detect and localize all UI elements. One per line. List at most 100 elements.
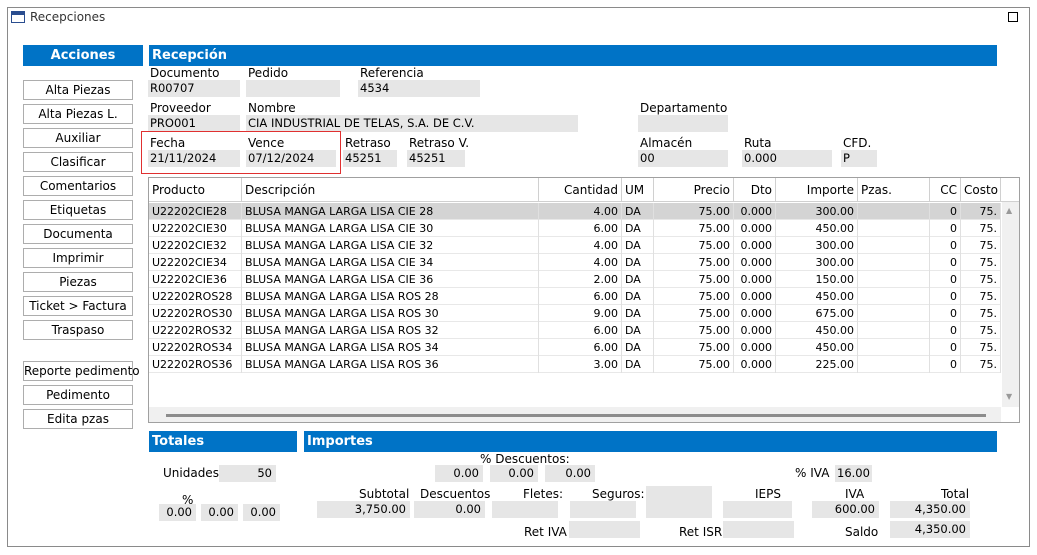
vertical-scrollbar[interactable]: ▲ ▼ xyxy=(1002,202,1019,407)
cell-producto: U22202ROS36 xyxy=(149,356,242,373)
scroll-up-icon[interactable]: ▲ xyxy=(1006,206,1012,215)
recepcion-header: Recepción xyxy=(149,45,997,66)
action-button-etiquetas[interactable]: Etiquetas xyxy=(23,200,133,220)
action-button-reporte-pedimento[interactable]: Reporte pedimento xyxy=(23,361,140,381)
column-header-importe[interactable]: Importe xyxy=(776,178,858,202)
retraso-field[interactable]: 45251 xyxy=(343,150,397,167)
action-button-alta-piezas[interactable]: Alta Piezas xyxy=(23,80,133,100)
action-button-comentarios[interactable]: Comentarios xyxy=(23,176,133,196)
cell-cc: 0 xyxy=(930,220,961,237)
ret-iva-field[interactable] xyxy=(569,521,640,538)
pct-field-3[interactable]: 0.00 xyxy=(243,504,280,521)
cell-importe: 450.00 xyxy=(776,288,858,305)
ruta-field[interactable]: 0.000 xyxy=(742,150,832,167)
cell-precio: 75.00 xyxy=(654,288,734,305)
column-header-cantidad[interactable]: Cantidad xyxy=(539,178,622,202)
table-row[interactable]: U22202ROS32 BLUSA MANGA LARGA LISA ROS 32… xyxy=(149,322,1001,339)
cell-pzas xyxy=(858,254,930,271)
subtotal-field[interactable]: 3,750.00 xyxy=(317,501,410,518)
action-button-traspaso[interactable]: Traspaso xyxy=(23,320,133,340)
column-header-cc[interactable]: CC xyxy=(930,178,961,202)
cell-costo: 75. xyxy=(961,271,1001,288)
cell-producto: U22202ROS32 xyxy=(149,322,242,339)
table-row[interactable]: U22202CIE36 BLUSA MANGA LARGA LISA CIE 36… xyxy=(149,271,1001,288)
proveedor-label: Proveedor xyxy=(150,101,211,115)
action-button-alta-piezas-l[interactable]: Alta Piezas L. xyxy=(23,104,133,124)
action-button-piezas[interactable]: Piezas xyxy=(23,272,133,292)
ret-isr-field[interactable] xyxy=(723,521,794,538)
almacen-field[interactable]: 00 xyxy=(638,150,728,167)
table-row[interactable]: U22202ROS36 BLUSA MANGA LARGA LISA ROS 36… xyxy=(149,356,1001,373)
pedido-field[interactable] xyxy=(246,80,340,97)
cell-pzas xyxy=(858,220,930,237)
cell-producto: U22202CIE36 xyxy=(149,271,242,288)
column-header-dto[interactable]: Dto xyxy=(734,178,776,202)
nombre-field[interactable]: CIA INDUSTRIAL DE TELAS, S.A. DE C.V. xyxy=(246,115,578,132)
cell-um: DA xyxy=(622,220,654,237)
cell-producto: U22202CIE34 xyxy=(149,254,242,271)
ieps-field[interactable] xyxy=(723,501,792,518)
vence-field[interactable]: 07/12/2024 xyxy=(246,150,336,167)
descuento-field-2[interactable]: 0.00 xyxy=(490,465,538,482)
horizontal-scroll-thumb[interactable] xyxy=(166,414,986,417)
cell-pzas xyxy=(858,305,930,322)
table-row[interactable]: U22202CIE32 BLUSA MANGA LARGA LISA CIE 32… xyxy=(149,237,1001,254)
unidades-field[interactable]: 50 xyxy=(219,465,276,482)
fecha-field[interactable]: 21/11/2024 xyxy=(148,150,240,167)
fletes-field[interactable] xyxy=(492,501,558,518)
proveedor-field[interactable]: PRO001 xyxy=(148,115,240,132)
action-button-edita-pzas[interactable]: Edita pzas xyxy=(23,409,133,429)
cell-producto: U22202CIE30 xyxy=(149,220,242,237)
iva-field[interactable]: 600.00 xyxy=(812,501,879,518)
cell-importe: 450.00 xyxy=(776,322,858,339)
table-row[interactable]: U22202CIE34 BLUSA MANGA LARGA LISA CIE 34… xyxy=(149,254,1001,271)
pct-field-2[interactable]: 0.00 xyxy=(201,504,238,521)
documento-label: Documento xyxy=(150,66,220,80)
cell-pzas xyxy=(858,339,930,356)
column-header-producto[interactable]: Producto xyxy=(149,178,242,202)
column-header-costo[interactable]: Costo xyxy=(961,178,1001,202)
cell-dto: 0.000 xyxy=(734,237,776,254)
table-row[interactable]: U22202CIE28 BLUSA MANGA LARGA LISA CIE 28… xyxy=(149,203,1001,220)
column-header-precio[interactable]: Precio xyxy=(654,178,734,202)
documento-field[interactable]: R00707 xyxy=(148,80,240,97)
scroll-down-icon[interactable]: ▼ xyxy=(1006,392,1012,401)
descuento-field-1[interactable]: 0.00 xyxy=(435,465,483,482)
cfd-field[interactable]: P xyxy=(841,150,877,167)
saldo-field[interactable]: 4,350.00 xyxy=(890,521,970,538)
departamento-field[interactable] xyxy=(638,115,728,132)
column-header-descripcion[interactable]: Descripción xyxy=(242,178,539,202)
iva-pct-field[interactable]: 16.00 xyxy=(835,465,872,482)
action-button-documenta[interactable]: Documenta xyxy=(23,224,133,244)
subtotal-label: Subtotal xyxy=(359,487,410,501)
items-grid[interactable]: Producto Descripción Cantidad UM Precio Dto Im… xyxy=(148,177,1020,423)
seguros-field[interactable] xyxy=(570,501,636,518)
action-button-imprimir[interactable]: Imprimir xyxy=(23,248,133,268)
cell-cc: 0 xyxy=(930,237,961,254)
cell-cc: 0 xyxy=(930,356,961,373)
pct-field-1[interactable]: 0.00 xyxy=(159,504,196,521)
action-button-ticket-factura[interactable]: Ticket > Factura xyxy=(23,296,133,316)
action-button-clasificar[interactable]: Clasificar xyxy=(23,152,133,172)
blank-field[interactable] xyxy=(646,486,712,518)
horizontal-scrollbar[interactable] xyxy=(149,407,1001,422)
column-header-um[interactable]: UM xyxy=(622,178,654,202)
table-row[interactable]: U22202ROS34 BLUSA MANGA LARGA LISA ROS 34… xyxy=(149,339,1001,356)
retraso-v-field[interactable]: 45251 xyxy=(407,150,465,167)
table-row[interactable]: U22202ROS28 BLUSA MANGA LARGA LISA ROS 28… xyxy=(149,288,1001,305)
referencia-field[interactable]: 4534 xyxy=(358,80,480,97)
almacen-label: Almacén xyxy=(640,136,693,150)
table-row[interactable]: U22202CIE30 BLUSA MANGA LARGA LISA CIE 30… xyxy=(149,220,1001,237)
action-button-auxiliar[interactable]: Auxiliar xyxy=(23,128,133,148)
column-header-pzas[interactable]: Pzas. xyxy=(858,178,930,202)
cell-descripcion: BLUSA MANGA LARGA LISA CIE 32 xyxy=(242,237,539,254)
action-button-pedimento[interactable]: Pedimento xyxy=(23,385,133,405)
table-row[interactable]: U22202ROS30 BLUSA MANGA LARGA LISA ROS 30… xyxy=(149,305,1001,322)
ieps-label: IEPS xyxy=(755,487,781,501)
maximize-button[interactable] xyxy=(1008,12,1018,22)
cell-cc: 0 xyxy=(930,339,961,356)
total-field[interactable]: 4,350.00 xyxy=(890,501,970,518)
window-title: Recepciones xyxy=(30,10,106,24)
descuentos-field[interactable]: 0.00 xyxy=(414,501,485,518)
descuento-field-3[interactable]: 0.00 xyxy=(545,465,595,482)
